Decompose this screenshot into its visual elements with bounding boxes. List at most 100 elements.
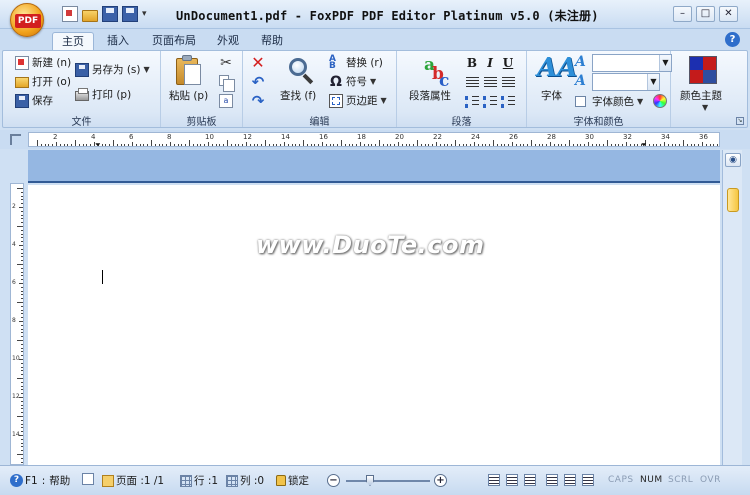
quick-open-icon[interactable] <box>82 9 98 22</box>
magnifier-icon[interactable] <box>287 56 315 85</box>
ruler-corner-icon[interactable] <box>10 134 21 145</box>
color-theme-icon[interactable] <box>689 56 717 84</box>
theme-swatch-2 <box>703 57 716 70</box>
font-color-button[interactable]: 字体颜色 ▼ <box>575 94 643 109</box>
status-align-right-icon[interactable] <box>524 474 536 486</box>
align-right-icon[interactable] <box>502 77 515 88</box>
ruler-tick <box>17 454 23 455</box>
underline-button[interactable]: U <box>501 56 515 70</box>
status-align-center-icon[interactable] <box>506 474 518 486</box>
find-button[interactable]: 查找 (f) <box>280 88 316 103</box>
tab-insert[interactable]: 插入 <box>100 32 136 50</box>
color-wheel-icon[interactable] <box>653 94 667 108</box>
ruler-indent-marker[interactable]: ⧗ <box>641 141 647 146</box>
font-button[interactable]: 字体 <box>541 88 562 103</box>
eye-icon[interactable]: ◉ <box>725 153 741 167</box>
margins-button[interactable]: 页边距 ▼ <box>329 93 387 108</box>
bold-button[interactable]: B <box>465 56 479 70</box>
scissors-icon[interactable]: ✂ <box>219 56 233 70</box>
replace-button[interactable]: AB 替换 (r) <box>329 54 383 70</box>
vertical-scrollbar[interactable]: ◉ <box>722 150 742 465</box>
status-layout-icon[interactable] <box>582 474 594 486</box>
tab-help[interactable]: 帮助 <box>254 32 290 50</box>
scroll-thumb[interactable] <box>727 188 739 212</box>
ruler-tick <box>211 144 213 146</box>
quick-save-icon[interactable] <box>102 6 118 22</box>
ruler-tick <box>413 144 415 146</box>
indent-icon[interactable] <box>465 96 479 108</box>
quick-save-as-icon[interactable] <box>122 6 138 22</box>
zoom-slider-handle[interactable] <box>366 475 374 486</box>
format-painter-icon[interactable]: a <box>219 94 233 108</box>
new-button[interactable]: 新建 (n) <box>15 55 71 70</box>
symbol-button[interactable]: Ω 符号 ▼ <box>329 74 376 89</box>
ruler-number: 18 <box>357 133 366 141</box>
status-page[interactable] <box>82 473 94 485</box>
ruler-tick <box>519 144 521 146</box>
ruler-tick <box>436 142 437 146</box>
ruler-tick <box>295 144 297 146</box>
numbered-list-icon[interactable] <box>501 96 515 108</box>
copy-icon[interactable] <box>219 75 235 92</box>
ruler-tick <box>561 144 563 146</box>
print-button[interactable]: 打印 (p) <box>75 87 131 102</box>
ruler-number: 30 <box>585 133 594 141</box>
chevron-down-icon[interactable]: ▼ <box>702 103 708 112</box>
save-as-button[interactable]: 另存为 (s) ▼ <box>75 62 150 77</box>
document-page[interactable]: www.DuoTe.com <box>28 185 720 465</box>
status-justify-icon[interactable] <box>546 474 558 486</box>
close-button[interactable]: ✕ <box>719 6 738 22</box>
ruler-tick <box>21 385 23 387</box>
quick-new-icon[interactable] <box>62 6 78 22</box>
help-icon[interactable]: ? <box>725 32 740 47</box>
ruler-tick <box>280 144 282 146</box>
align-center-icon[interactable] <box>484 77 497 88</box>
font-size-combo[interactable]: ▼ <box>592 73 660 91</box>
tab-page-layout[interactable]: 页面布局 <box>146 32 202 50</box>
ruler-indent-marker[interactable]: ⧗ <box>95 141 101 146</box>
zoom-out-button[interactable]: − <box>327 474 340 487</box>
paragraph-properties-button[interactable]: 段落属性 <box>409 88 451 103</box>
undo-icon[interactable]: ↶ <box>251 75 265 90</box>
ruler-tick <box>702 142 703 146</box>
zoom-slider-track[interactable] <box>346 480 430 482</box>
status-lock[interactable]: 锁定 <box>276 473 309 488</box>
paste-icon[interactable] <box>173 55 203 87</box>
ruler-tick <box>698 144 700 146</box>
tab-home[interactable]: 主页 <box>52 32 94 50</box>
status-help[interactable]: ? F1 : 帮助 <box>10 473 70 488</box>
status-align-left-icon[interactable] <box>488 474 500 486</box>
align-left-icon[interactable] <box>466 77 479 88</box>
bullet-list-icon[interactable] <box>483 96 497 108</box>
save-button[interactable]: 保存 <box>15 93 53 108</box>
chevron-down-icon[interactable]: ▼ <box>659 55 671 71</box>
app-logo-button[interactable]: PDF <box>10 3 44 37</box>
open-button[interactable]: 打开 (o) <box>15 74 71 89</box>
paragraph-abc-icon[interactable]: abc <box>423 55 453 91</box>
ruler-tick <box>67 144 69 146</box>
quick-access-dropdown[interactable]: ▾ <box>142 9 147 19</box>
font-aa-icon[interactable]: AA <box>537 53 577 83</box>
dialog-launcher-icon[interactable]: ↘ <box>736 117 744 125</box>
chevron-down-icon[interactable]: ▼ <box>647 74 659 90</box>
ruler-tick <box>534 144 536 146</box>
paste-button[interactable]: 粘贴 (p) <box>169 88 208 103</box>
delete-icon[interactable]: ✕ <box>251 55 265 71</box>
tab-appearance[interactable]: 外观 <box>210 32 246 50</box>
ruler-tick <box>17 302 23 303</box>
vertical-ruler[interactable]: 2 4 6 8 10 12 14 <box>10 183 24 465</box>
italic-button[interactable]: I <box>483 56 497 70</box>
ruler-tick <box>249 144 251 146</box>
ruler-tick <box>367 144 369 146</box>
font-name-combo[interactable]: ▼ <box>592 54 672 72</box>
ruler-tick <box>550 142 551 146</box>
zoom-in-button[interactable]: + <box>434 474 447 487</box>
ruler-tick <box>21 324 23 326</box>
color-theme-button[interactable]: 颜色主题 <box>680 88 722 103</box>
ruler-tick <box>386 144 388 146</box>
minimize-button[interactable]: – <box>673 6 692 22</box>
redo-icon[interactable]: ↷ <box>251 94 265 109</box>
horizontal-ruler[interactable]: 2 4 6 8 10 12 14 16 18 20 22 24 26 28 30 32 34 36 ⧗ ⧗ <box>28 132 720 147</box>
restore-button[interactable]: □ <box>696 6 715 22</box>
status-view-icon[interactable] <box>564 474 576 486</box>
